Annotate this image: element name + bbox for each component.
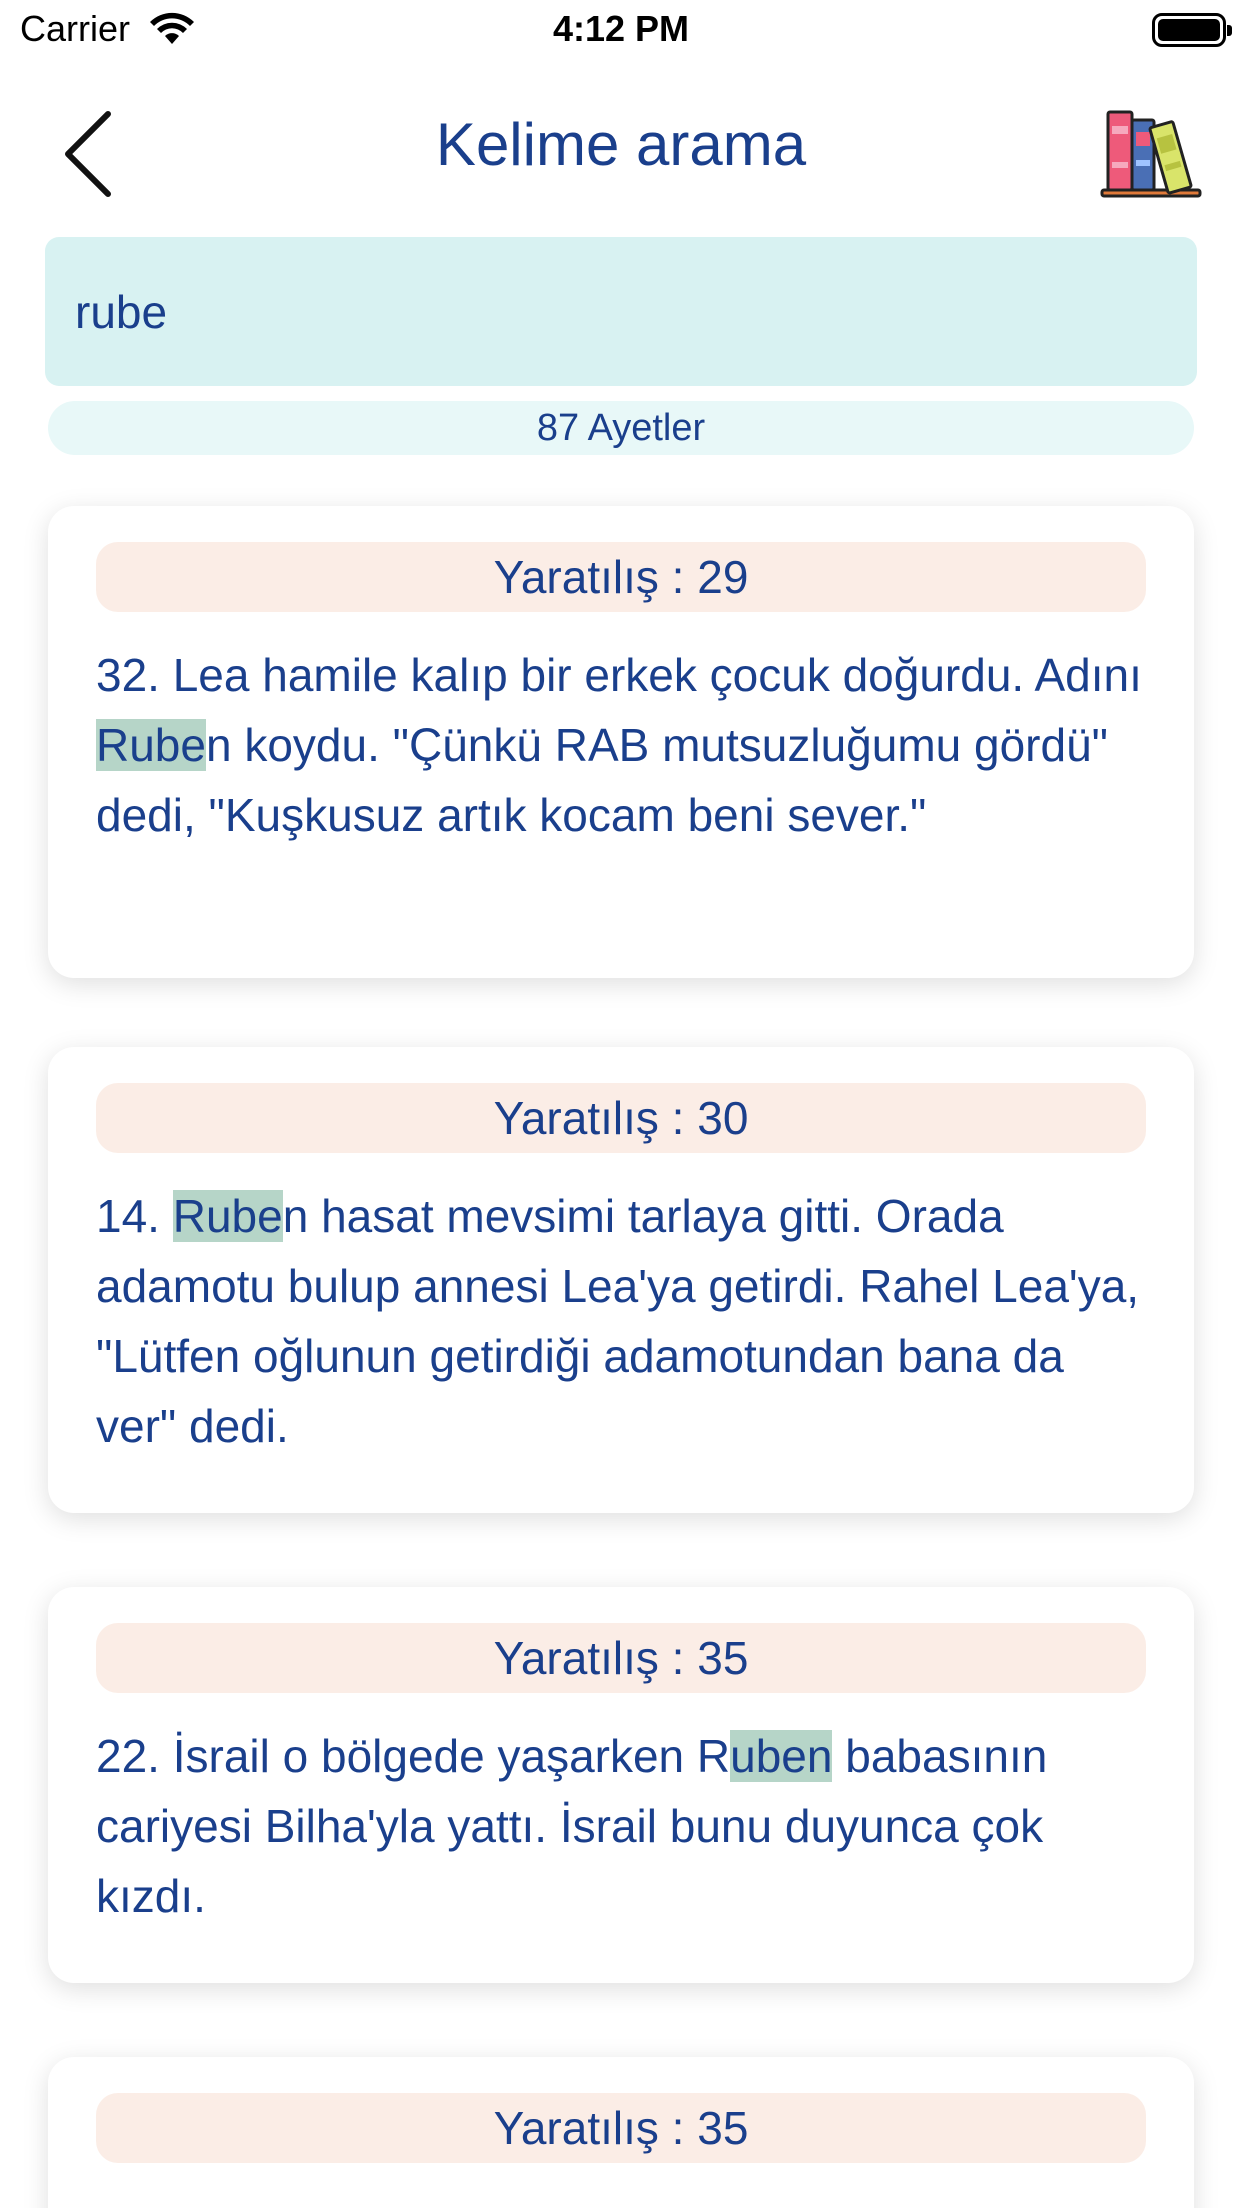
- result-card[interactable]: Yaratılış : 29 32. Lea hamile kalıp bir …: [48, 506, 1194, 978]
- battery-icon: [1152, 13, 1232, 47]
- verse-text-post: n koydu. "Çünkü RAB mutsuzluğumu gördü" …: [96, 719, 1108, 841]
- status-time: 4:12 PM: [552, 8, 690, 49]
- search-field[interactable]: [45, 237, 1197, 386]
- result-card[interactable]: Yaratılış : 30 14. Ruben hasat mevsimi t…: [48, 1047, 1194, 1513]
- search-match-highlight: Rube: [172, 1190, 283, 1242]
- books-icon[interactable]: [1098, 102, 1206, 200]
- verse-reference: Yaratılış : 30: [96, 1083, 1146, 1153]
- result-card[interactable]: Yaratılış : 35: [48, 2057, 1194, 2208]
- verse-reference: Yaratılış : 35: [96, 1623, 1146, 1693]
- verse-text-pre: 22. İsrail o bölgede yaşarken R: [96, 1730, 731, 1782]
- page-title: Kelime arama: [435, 111, 807, 178]
- verse-text-pre: 32. Lea hamile kalıp bir erkek çocuk doğ…: [96, 649, 1142, 701]
- verse-text: 14. Ruben hasat mevsimi tarlaya gitti. O…: [96, 1181, 1156, 1461]
- verse-text: 22. İsrail o bölgede yaşarken Ruben baba…: [96, 1721, 1156, 1931]
- verse-text-pre: 14.: [96, 1190, 173, 1242]
- verse-reference: Yaratılış : 29: [96, 542, 1146, 612]
- search-input[interactable]: [75, 237, 1165, 386]
- search-match-highlight: Rube: [96, 719, 206, 771]
- status-bar: Carrier 4:12 PM: [0, 0, 1242, 62]
- verse-reference: Yaratılış : 35: [96, 2093, 1146, 2163]
- result-card[interactable]: Yaratılış : 35 22. İsrail o bölgede yaşa…: [48, 1587, 1194, 1983]
- search-match-highlight: uben: [730, 1730, 833, 1782]
- result-count: 87 Ayetler: [48, 401, 1194, 455]
- verse-text: 32. Lea hamile kalıp bir erkek çocuk doğ…: [96, 640, 1156, 850]
- nav-bar: Kelime arama: [0, 80, 1242, 220]
